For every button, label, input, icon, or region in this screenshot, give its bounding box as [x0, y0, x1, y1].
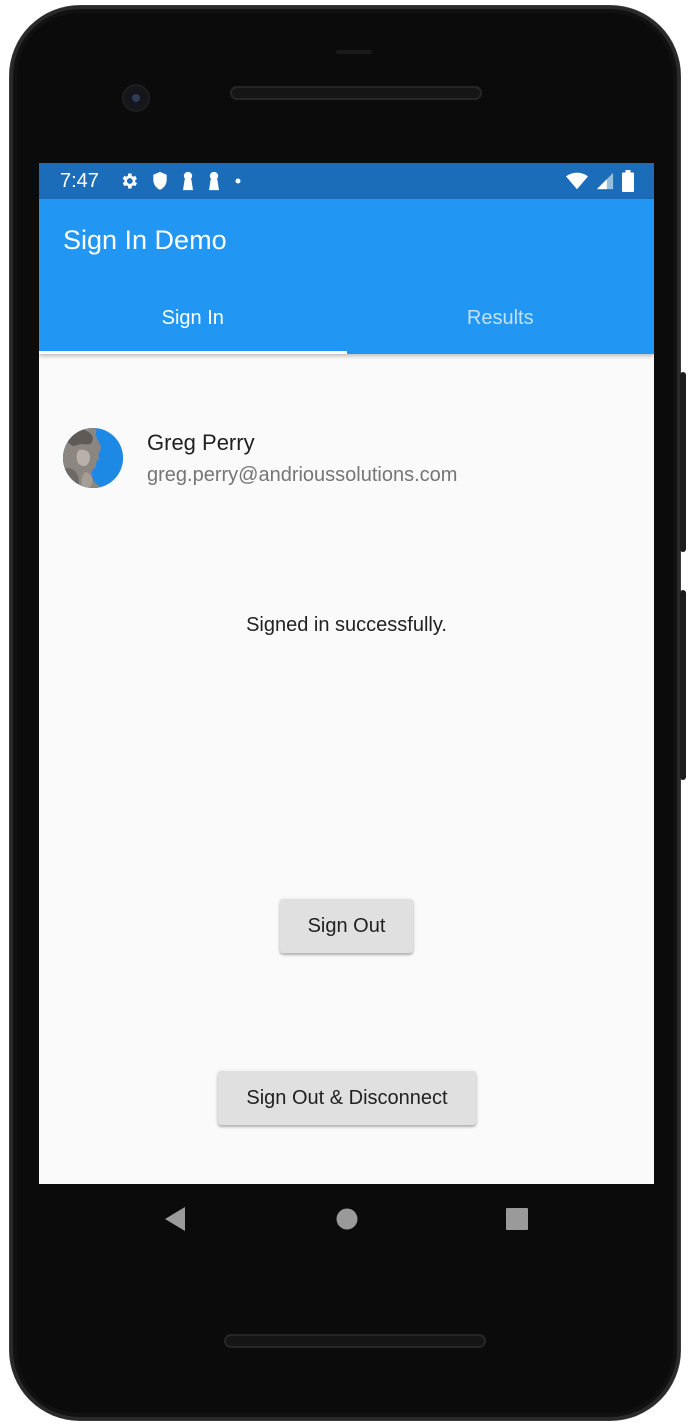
- tab-bar: Sign In Results: [39, 299, 654, 354]
- avatar: [63, 428, 123, 488]
- app-bar: Sign In Demo Sign In Results: [39, 199, 654, 354]
- navigation-bar: [39, 1184, 654, 1256]
- sign-out-disconnect-button[interactable]: Sign Out & Disconnect: [218, 1071, 476, 1125]
- app-screen: 7:47 Sign In Demo Sign In Results Greg P…: [39, 163, 654, 1184]
- keyhole-icon: [207, 171, 221, 196]
- front-camera: [124, 86, 148, 110]
- app-title: Sign In Demo: [63, 225, 227, 255]
- tab-indicator: [39, 351, 347, 354]
- user-name: Greg Perry: [147, 430, 255, 455]
- signal-icon: [596, 171, 614, 196]
- battery-icon: [622, 170, 634, 197]
- power-button: [680, 590, 686, 780]
- user-email: greg.perry@andrioussolutions.com: [147, 464, 458, 486]
- dot-icon: [233, 171, 243, 196]
- top-speaker-grille: [230, 86, 482, 100]
- statue-avatar-icon: [63, 428, 123, 488]
- tab-results-label: Results: [466, 307, 534, 329]
- sign-out-button[interactable]: Sign Out: [280, 899, 413, 953]
- tab-sign-in-label: Sign In: [161, 307, 224, 329]
- gear-icon: [119, 171, 139, 196]
- status-bar: 7:47: [39, 163, 654, 199]
- wifi-icon: [566, 171, 588, 196]
- back-icon[interactable]: [163, 1206, 187, 1237]
- earpiece-slit: [336, 50, 372, 54]
- shield-icon: [151, 171, 169, 196]
- sign-in-status-message: Signed in successfully.: [246, 614, 447, 636]
- keyhole-icon: [181, 171, 195, 196]
- home-icon[interactable]: [335, 1206, 359, 1237]
- status-time: 7:47: [60, 170, 99, 192]
- user-info: Greg Perry greg.perry@andrioussolutions.…: [63, 428, 623, 490]
- tab-sign-in[interactable]: Sign In: [39, 299, 347, 354]
- volume-button: [680, 372, 686, 552]
- recents-icon[interactable]: [505, 1206, 529, 1237]
- tab-results[interactable]: Results: [347, 299, 655, 354]
- bottom-speaker-grille: [224, 1334, 486, 1348]
